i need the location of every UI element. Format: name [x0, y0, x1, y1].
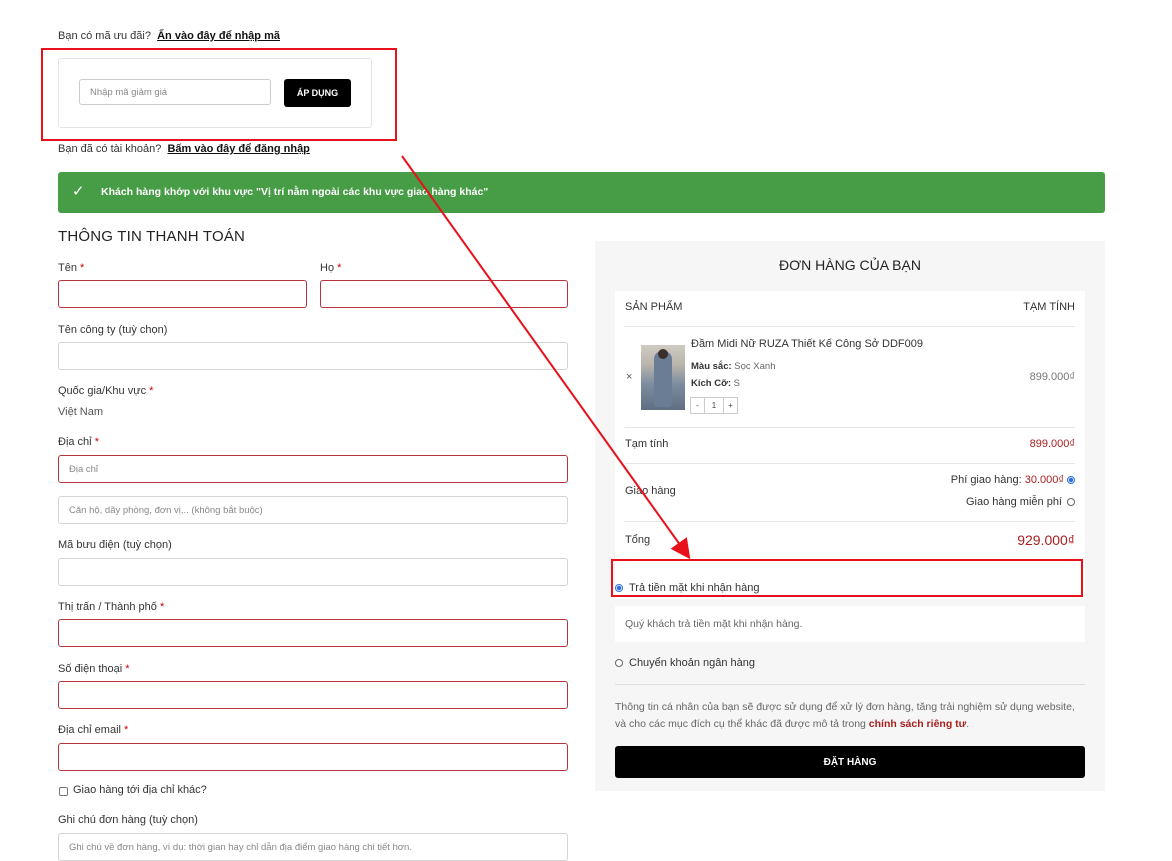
- annotation-arrow: [401, 155, 691, 560]
- arrow-line: [401, 155, 691, 560]
